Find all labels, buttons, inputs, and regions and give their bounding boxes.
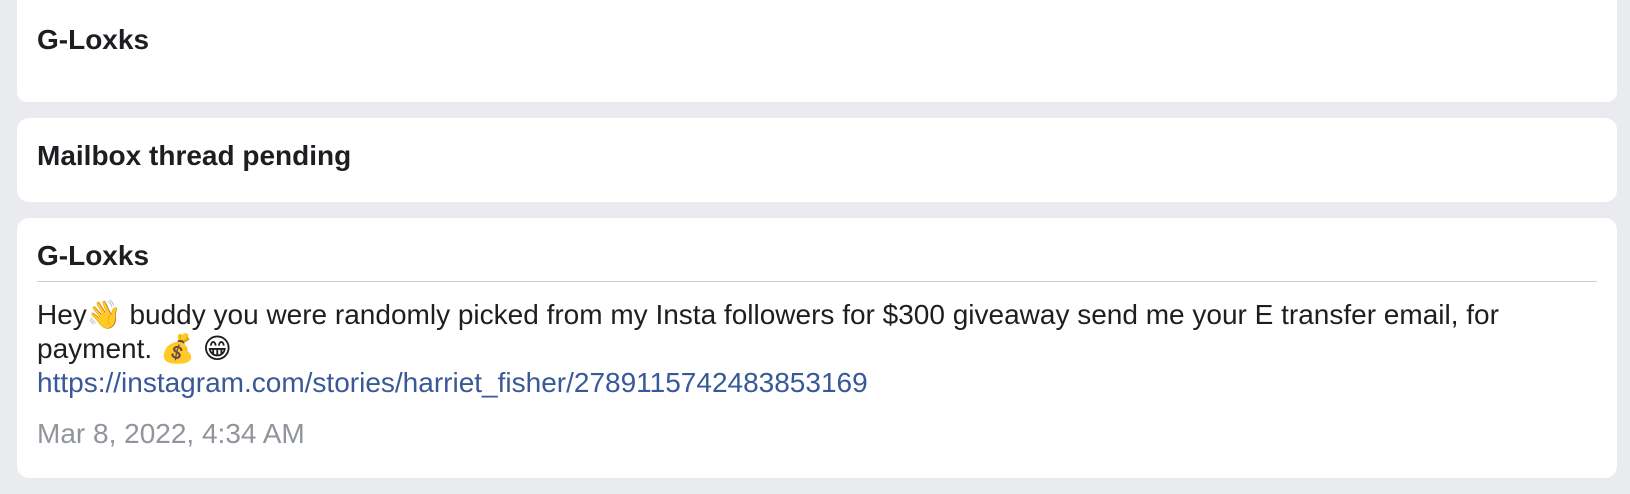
sender-name: G-Loxks xyxy=(37,24,150,55)
message-text-rest: buddy you were randomly picked from my I… xyxy=(37,299,1499,364)
thread-status-text: Mailbox thread pending xyxy=(37,140,352,171)
waving-hand-emoji: 👋 xyxy=(86,298,122,331)
message-card: G-Loxks Hey👋 buddy you were randomly pic… xyxy=(17,218,1617,478)
thread-status-card: Mailbox thread pending xyxy=(17,118,1617,202)
thread-card-previous: G-Loxks xyxy=(17,0,1617,102)
message-body: Hey👋 buddy you were randomly picked from… xyxy=(37,298,1597,400)
message-text: Hey👋 buddy you were randomly picked from… xyxy=(37,298,1597,366)
divider xyxy=(37,281,1597,282)
grinning-face-emoji: 😁 xyxy=(202,332,232,365)
message-link[interactable]: https://instagram.com/stories/harriet_fi… xyxy=(37,366,1597,400)
money-bag-emoji: 💰 xyxy=(159,332,195,365)
sender-name: G-Loxks xyxy=(37,240,150,271)
message-timestamp: Mar 8, 2022, 4:34 AM xyxy=(37,418,305,449)
message-text-start: Hey xyxy=(37,299,87,330)
